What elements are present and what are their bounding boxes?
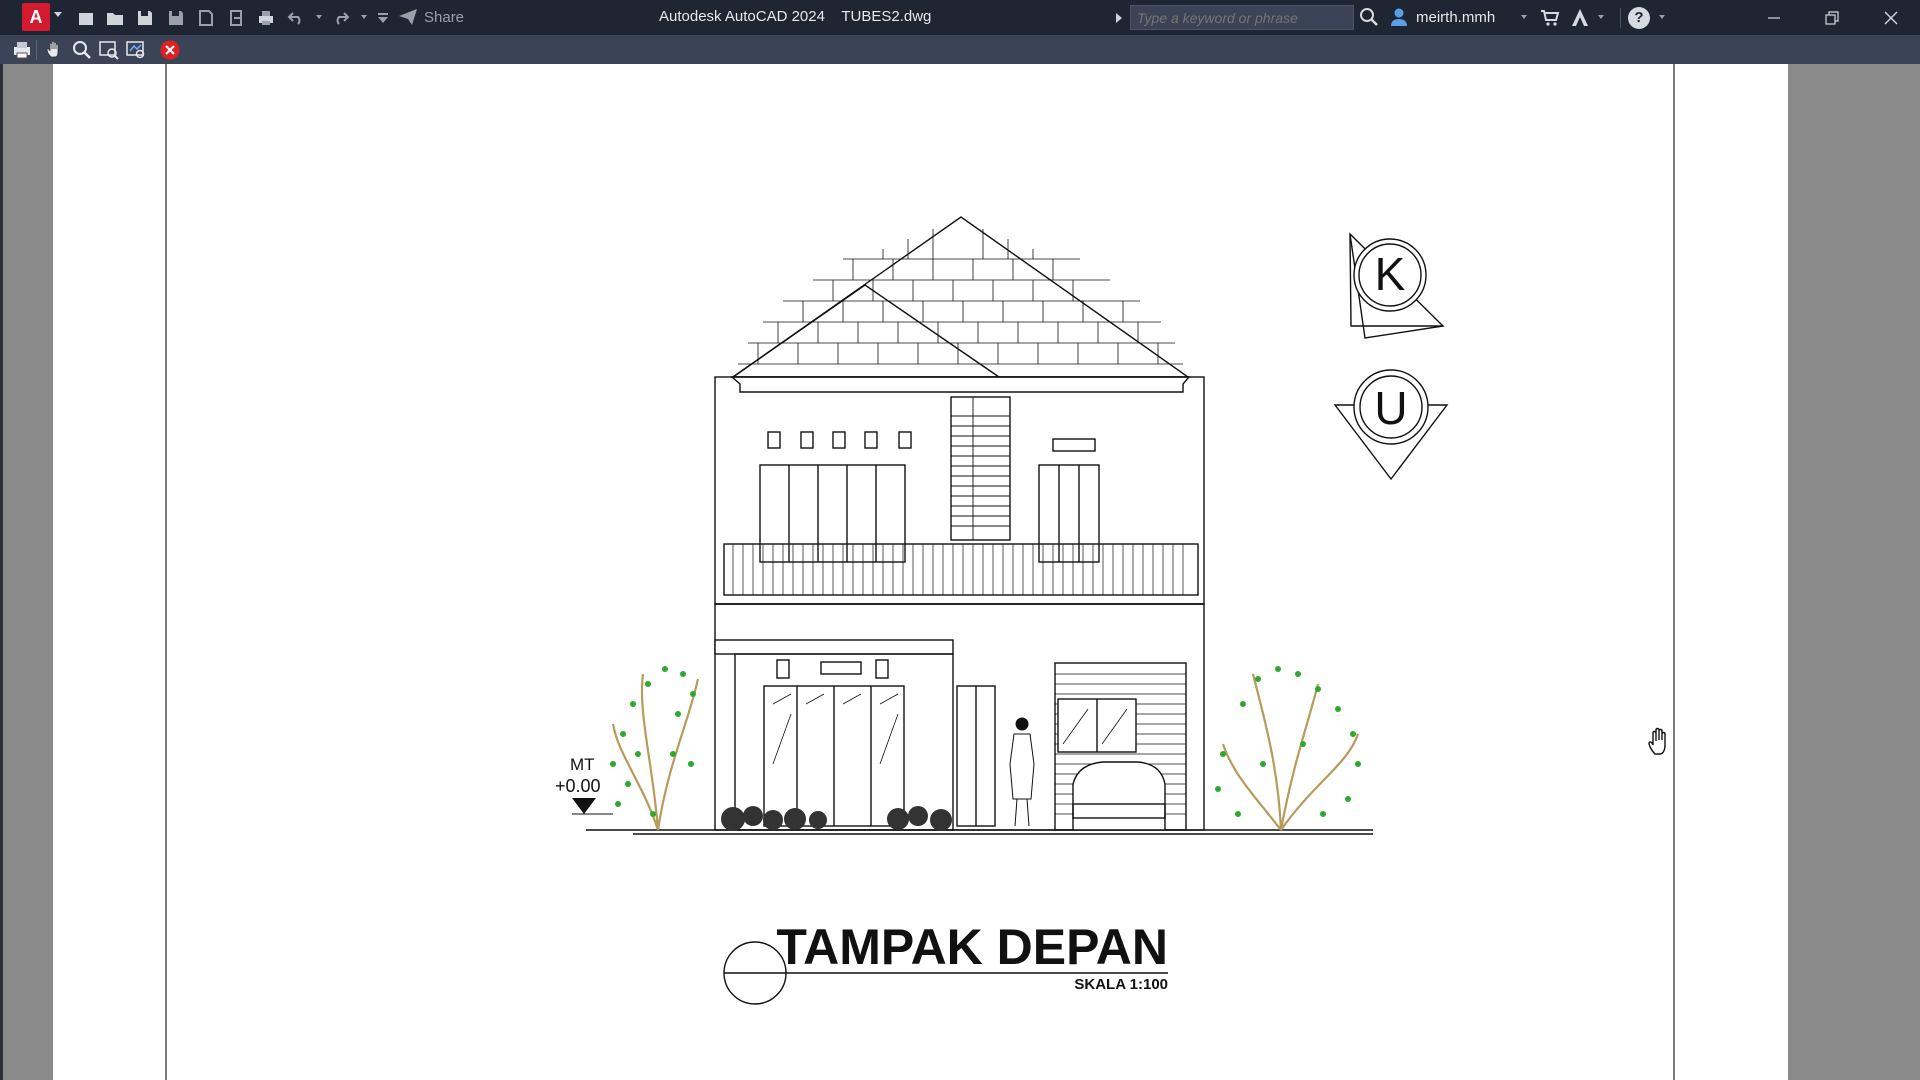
north-label-u: U xyxy=(1374,382,1407,434)
app-dropdown-icon[interactable] xyxy=(1598,15,1604,19)
redo-icon[interactable] xyxy=(330,7,352,29)
title-bar: A Share Autodesk AutoCAD 2024 TUBES2.dwg… xyxy=(0,0,1920,35)
share-icon xyxy=(399,9,417,25)
person-figure xyxy=(1009,717,1035,827)
pan-icon[interactable] xyxy=(43,38,67,62)
minimize-icon xyxy=(1768,16,1780,19)
app-menu-caret-icon[interactable] xyxy=(54,12,62,17)
drawing-scale: SKALA 1:100 xyxy=(1074,976,1168,993)
close-preview-icon[interactable] xyxy=(158,38,182,62)
tree-left xyxy=(610,666,700,831)
share-label: Share xyxy=(424,8,465,26)
publish-icon[interactable] xyxy=(195,7,217,29)
help-icon[interactable]: ? xyxy=(1628,7,1650,29)
autocad-logo-icon[interactable]: A xyxy=(22,3,50,31)
zoom-window-icon[interactable] xyxy=(97,38,121,62)
drawing-title-block: TAMPAK DEPAN SKALA 1:100 xyxy=(723,919,1168,1005)
cart-icon[interactable] xyxy=(1540,8,1560,28)
search-expand-icon[interactable] xyxy=(1116,13,1122,23)
autodesk-app-icon[interactable] xyxy=(1569,7,1591,29)
restore-icon xyxy=(1825,10,1839,25)
minimize-button[interactable] xyxy=(1745,0,1803,35)
zoom-icon[interactable] xyxy=(70,38,94,62)
plot-icon[interactable] xyxy=(255,7,277,29)
drawing-canvas[interactable]: MT +0.00 K U TAMPAK DEPAN SKALA 1:100 xyxy=(53,64,1788,1080)
pan-cursor-icon xyxy=(1648,727,1666,755)
tree-right xyxy=(1215,666,1361,831)
help-dropdown-icon[interactable] xyxy=(1659,15,1665,19)
left-edge xyxy=(0,64,3,1080)
user-icon[interactable] xyxy=(1389,7,1409,27)
zoom-original-icon[interactable] xyxy=(124,38,148,62)
level-label: MT xyxy=(570,755,595,774)
customize-icon[interactable] xyxy=(372,7,394,29)
import-icon[interactable] xyxy=(225,7,247,29)
undo-icon[interactable] xyxy=(285,7,307,29)
save-icon[interactable] xyxy=(134,7,156,29)
separator xyxy=(1620,8,1621,28)
railing-balusters xyxy=(732,544,1184,595)
level-marker: MT +0.00 xyxy=(555,755,613,815)
north-label-k: K xyxy=(1375,248,1406,300)
open-icon[interactable] xyxy=(104,7,126,29)
print-icon[interactable] xyxy=(10,38,34,62)
drawing-title: TAMPAK DEPAN xyxy=(776,919,1168,975)
window-title: Autodesk AutoCAD 2024 TUBES2.dwg xyxy=(659,8,932,25)
search-input[interactable] xyxy=(1130,5,1354,30)
restore-button[interactable] xyxy=(1803,0,1861,35)
new-icon[interactable] xyxy=(75,7,97,29)
undo-dropdown-icon[interactable] xyxy=(316,15,322,19)
close-window-button[interactable] xyxy=(1862,0,1920,35)
shrubs xyxy=(721,806,952,831)
close-icon xyxy=(1884,11,1898,24)
redo-dropdown-icon[interactable] xyxy=(361,15,367,19)
user-dropdown-icon[interactable] xyxy=(1521,15,1527,19)
level-value: +0.00 xyxy=(555,776,601,796)
preview-toolbar xyxy=(0,35,1920,64)
separator xyxy=(36,40,37,60)
username[interactable]: meirth.mmh xyxy=(1416,9,1495,26)
house-elevation xyxy=(586,216,1373,835)
search-icon[interactable] xyxy=(1359,7,1379,27)
share-button[interactable]: Share xyxy=(398,8,464,26)
save-as-icon[interactable] xyxy=(165,7,187,29)
